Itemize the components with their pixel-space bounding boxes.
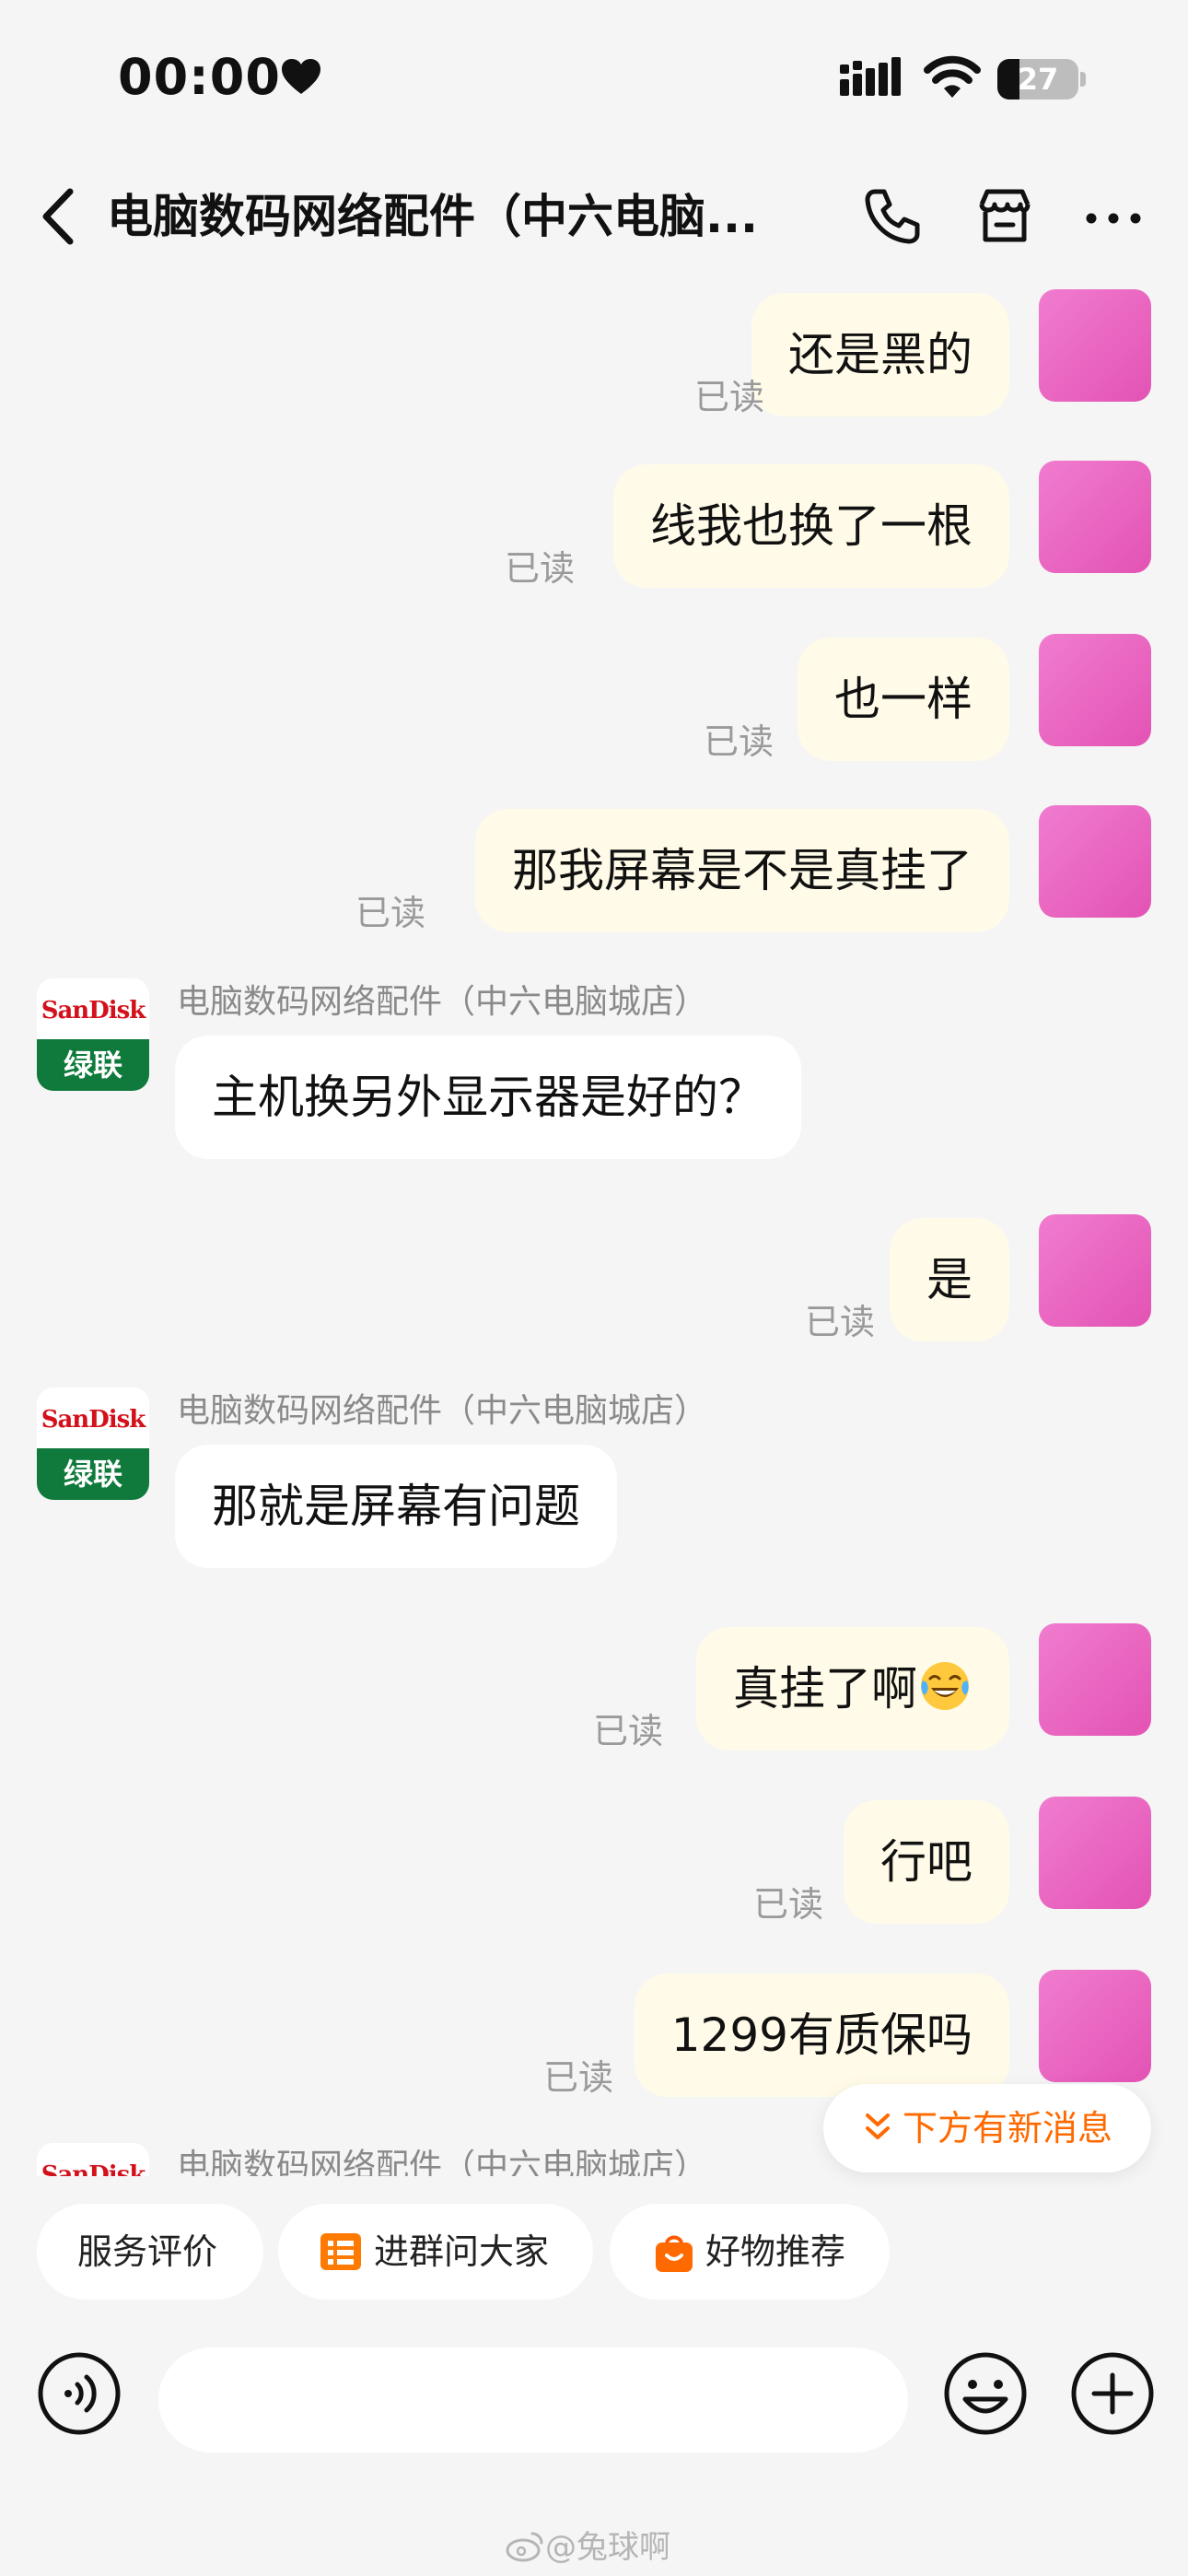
my-avatar[interactable] (1039, 289, 1151, 402)
phone-icon[interactable] (862, 186, 923, 247)
my-message-bubble[interactable]: 真挂了啊 (696, 1627, 1009, 1751)
my-message-bubble[interactable]: 线我也换了一根 (613, 464, 1009, 588)
shop-avatar-name: 绿联 (37, 1039, 149, 1091)
cellular-signal-icon (840, 57, 901, 96)
read-status: 已读 (504, 548, 575, 589)
message-text: 真挂了啊 (733, 1662, 917, 1715)
read-status: 已读 (703, 721, 774, 762)
read-status: 已读 (693, 377, 764, 417)
more-icon[interactable] (1083, 188, 1144, 249)
chip-recommendations[interactable]: 好物推荐 (610, 2204, 890, 2300)
weibo-logo-icon (506, 2532, 543, 2562)
my-message-bubble[interactable]: 是 (890, 1218, 1009, 1341)
shop-avatar[interactable]: SanDisk 绿联 (37, 978, 149, 1091)
my-message-bubble[interactable]: 1299有质保吗 (634, 1973, 1009, 2097)
my-avatar[interactable] (1039, 1214, 1151, 1327)
chat-header: 电脑数码网络配件（中六电脑... (0, 157, 1188, 276)
my-avatar[interactable] (1039, 461, 1151, 573)
plus-icon[interactable] (1068, 2349, 1157, 2438)
my-message-bubble[interactable]: 行吧 (844, 1800, 1009, 1924)
double-chevron-down-icon (866, 2113, 890, 2139)
shop-avatar[interactable]: SanDisk 绿联 (37, 1388, 149, 1500)
shop-avatar-brand: SanDisk (37, 2143, 149, 2176)
my-message-bubble[interactable]: 还是黑的 (751, 293, 1009, 416)
store-icon[interactable] (974, 186, 1035, 247)
message-list[interactable]: 还是黑的 已读 线我也换了一根 已读 也一样 已读 那我屏幕是不是真挂了 已读 … (0, 276, 1188, 2176)
shop-avatar-name: 绿联 (37, 1448, 149, 1500)
my-avatar[interactable] (1039, 805, 1151, 918)
new-messages-label: 下方有新消息 (903, 2108, 1113, 2149)
shop-message-bubble[interactable]: 那就是屏幕有问题 (175, 1445, 617, 1568)
new-messages-button[interactable]: 下方有新消息 (823, 2084, 1151, 2172)
shop-avatar[interactable]: SanDisk 绿联 (37, 2143, 149, 2176)
shop-avatar-brand: SanDisk (37, 978, 149, 1043)
status-time: 00:00 (118, 48, 281, 106)
chip-service-review[interactable]: 服务评价 (37, 2204, 263, 2300)
my-avatar[interactable] (1039, 1623, 1151, 1736)
back-chevron-icon[interactable] (33, 184, 85, 249)
read-status: 已读 (752, 1884, 823, 1925)
input-bar (0, 2331, 1188, 2460)
chip-label: 服务评价 (77, 2231, 218, 2272)
my-message-bubble[interactable]: 也一样 (798, 638, 1009, 761)
my-avatar[interactable] (1039, 1970, 1151, 2082)
read-status: 已读 (355, 893, 425, 933)
battery-indicator: 27 (997, 59, 1086, 100)
chat-title: 电脑数码网络配件（中六电脑... (107, 190, 758, 243)
message-input[interactable] (158, 2348, 908, 2453)
watermark-text: @兔球啊 (545, 2529, 670, 2566)
read-status: 已读 (804, 1302, 875, 1342)
sender-name: 电脑数码网络配件（中六电脑城店） (177, 1392, 708, 1430)
voice-icon[interactable] (37, 2351, 122, 2436)
my-avatar[interactable] (1039, 634, 1151, 746)
chip-label: 进群问大家 (374, 2231, 550, 2272)
sender-name: 电脑数码网络配件（中六电脑城店） (177, 983, 708, 1021)
group-icon (320, 2233, 361, 2270)
my-message-bubble[interactable]: 那我屏幕是不是真挂了 (475, 809, 1009, 932)
wifi-icon (924, 55, 981, 98)
shopping-bag-icon (656, 2235, 693, 2272)
heart-icon (282, 59, 320, 94)
shop-message-bubble[interactable]: 主机换另外显示器是好的？ (175, 1036, 801, 1159)
sender-name: 电脑数码网络配件（中六电脑城店） (177, 2148, 708, 2176)
read-status: 已读 (592, 1711, 663, 1751)
quick-actions: 服务评价 进群问大家 好物推荐 (0, 2204, 1188, 2303)
watermark: @兔球啊 (505, 2524, 670, 2570)
chip-label: 好物推荐 (705, 2231, 846, 2272)
read-status: 已读 (542, 2057, 613, 2098)
chip-join-group[interactable]: 进群问大家 (278, 2204, 593, 2300)
battery-level: 27 (1017, 62, 1059, 97)
laughing-crying-emoji-icon (921, 1662, 969, 1710)
my-avatar[interactable] (1039, 1797, 1151, 1909)
status-bar: 00:00 27 (0, 0, 1188, 157)
shop-avatar-brand: SanDisk (37, 1388, 149, 1452)
emoji-icon[interactable] (941, 2349, 1030, 2438)
